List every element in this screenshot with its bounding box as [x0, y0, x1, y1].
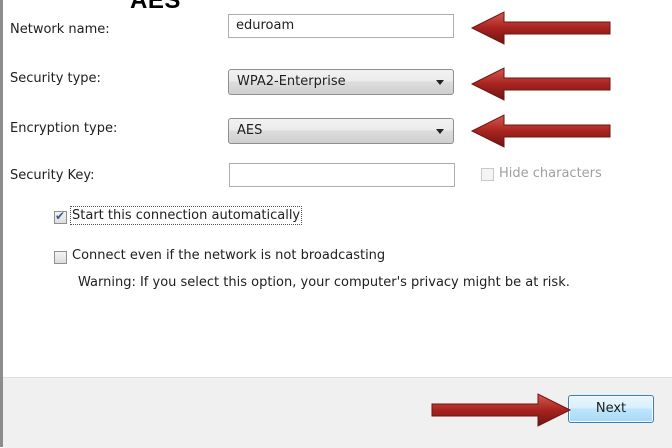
connect-not-broadcasting-label[interactable]: Connect even if the network is not broad…: [72, 248, 385, 263]
encryption-type-label: Encryption type:: [10, 121, 118, 136]
hide-characters-checkbox[interactable]: [481, 168, 494, 181]
network-name-input[interactable]: eduroam: [228, 14, 454, 38]
chevron-down-icon: [436, 129, 444, 134]
start-automatically-checkbox[interactable]: ✔: [54, 209, 67, 224]
annotation-arrow-right-icon: [431, 393, 572, 427]
security-type-dropdown[interactable]: WPA2-Enterprise: [228, 69, 454, 95]
next-button[interactable]: Next: [568, 395, 654, 423]
annotation-arrow-left-icon: [470, 67, 611, 101]
start-automatically-label[interactable]: Start this connection automatically: [69, 206, 303, 225]
security-key-input[interactable]: [229, 163, 455, 187]
security-type-label: Security type:: [10, 71, 101, 86]
encryption-type-dropdown[interactable]: AES: [228, 118, 454, 144]
annotation-arrow-left-icon: [470, 114, 611, 148]
encryption-type-value: AES: [237, 123, 263, 138]
hide-characters-label: Hide characters: [499, 166, 602, 181]
connect-not-broadcasting-checkbox[interactable]: [54, 251, 67, 264]
chevron-down-icon: [436, 80, 444, 85]
annotation-arrow-left-icon: [470, 11, 611, 45]
privacy-warning-text: Warning: If you select this option, your…: [78, 275, 570, 290]
checkmark-icon: ✔: [55, 209, 66, 223]
security-type-value: WPA2-Enterprise: [237, 74, 346, 89]
security-key-label: Security Key:: [10, 168, 95, 183]
overlay-title: AES: [130, 0, 181, 14]
network-name-label: Network name:: [10, 22, 110, 37]
